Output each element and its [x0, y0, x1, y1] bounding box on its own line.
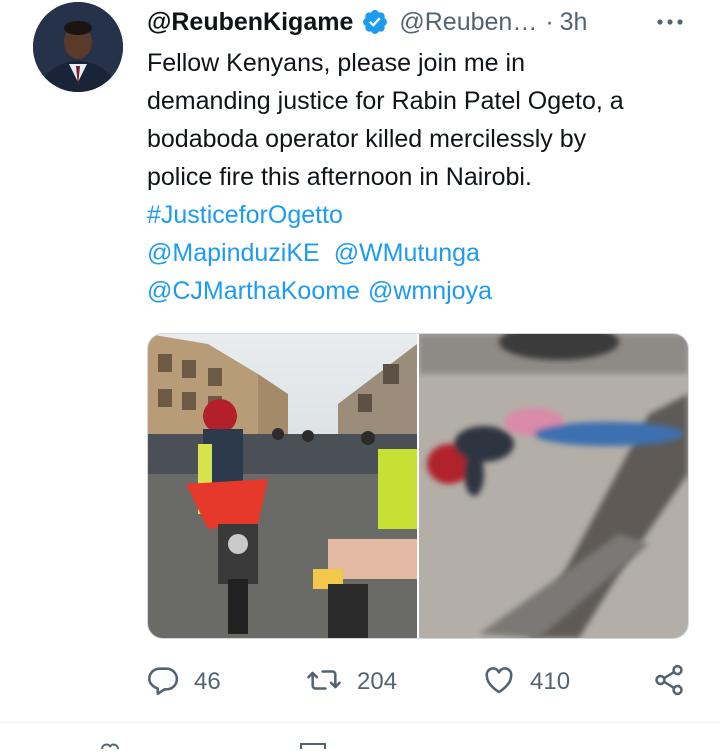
- media-photo-blurred[interactable]: [419, 334, 688, 638]
- reply-icon: [146, 663, 180, 702]
- tweet-action-bar: 46 204 410: [140, 660, 700, 704]
- mention-link-wmutunga[interactable]: @WMutunga: [334, 239, 480, 267]
- retweet-button[interactable]: 204: [305, 660, 397, 704]
- mention-link-wmnjoya[interactable]: @wmnjoya: [368, 277, 492, 305]
- author-avatar[interactable]: [33, 2, 123, 92]
- verified-badge-icon: [361, 8, 389, 36]
- tweet-text-line: police fire this afternoon in Nairobi.: [147, 163, 532, 191]
- like-button[interactable]: 410: [482, 660, 570, 704]
- avatar-photo: [33, 2, 123, 92]
- tweet-text: Fellow Kenyans, please join me in demand…: [147, 44, 702, 310]
- mention-link-mapinduzike[interactable]: @MapinduziKE: [147, 239, 320, 267]
- heart-icon: [482, 663, 516, 702]
- tweet-text-line: Fellow Kenyans, please join me in: [147, 49, 525, 77]
- tweet-text-line: demanding justice for Rabin Patel Ogeto,…: [147, 87, 624, 115]
- share-icon: [652, 663, 686, 702]
- bookmark-icon[interactable]: [300, 736, 326, 751]
- header-separator: ·: [545, 7, 554, 36]
- more-horizontal-icon[interactable]: [655, 10, 685, 34]
- retweet-icon: [305, 663, 343, 702]
- retweet-count: 204: [357, 668, 398, 695]
- author-display-name[interactable]: @ReubenKigame: [147, 8, 353, 37]
- reply-button[interactable]: 46: [146, 660, 221, 704]
- hashtag-link[interactable]: #JusticeforOgetto: [147, 201, 343, 229]
- tweet-timestamp[interactable]: 3h: [560, 8, 588, 37]
- tweet-header: @ReubenKigame @Reuben… · 3h: [147, 4, 692, 40]
- mention-link-cjmarthakoome[interactable]: @CJMarthaKoome: [147, 277, 360, 305]
- reply-count: 46: [194, 668, 221, 695]
- like-count: 410: [530, 668, 571, 695]
- share-button[interactable]: [652, 660, 686, 704]
- tweet-divider: [0, 722, 720, 723]
- heart-icon[interactable]: [98, 736, 122, 750]
- media-grid: [147, 333, 689, 639]
- author-handle[interactable]: @Reuben…: [399, 8, 537, 37]
- tweet-text-line: bodaboda operator killed mercilessly by: [147, 125, 587, 153]
- media-photo-street[interactable]: [148, 334, 417, 638]
